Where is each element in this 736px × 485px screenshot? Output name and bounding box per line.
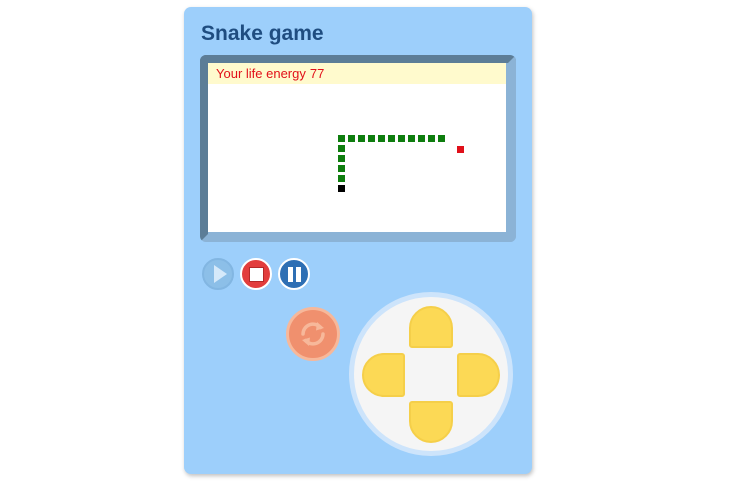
- energy-bar: Your life energy 77: [208, 63, 506, 84]
- snake-segment: [338, 135, 345, 142]
- reset-button[interactable]: [286, 307, 340, 361]
- energy-value: 77: [309, 66, 325, 81]
- direction-pad: [349, 292, 513, 456]
- snake-segment: [428, 135, 435, 142]
- stop-icon: [248, 266, 264, 282]
- snake-head: [338, 185, 345, 192]
- pause-icon: [287, 266, 301, 282]
- snake-segment: [418, 135, 425, 142]
- play-icon: [213, 265, 227, 283]
- pause-button[interactable]: [278, 258, 310, 290]
- game-board: Your life energy 77: [208, 63, 506, 232]
- arrow-down-button[interactable]: [409, 401, 453, 443]
- snake-segment: [348, 135, 355, 142]
- snake-segment: [358, 135, 365, 142]
- snake-segment: [338, 155, 345, 162]
- arrow-left-button[interactable]: [362, 353, 405, 397]
- snake-segment: [388, 135, 395, 142]
- play-button[interactable]: [202, 258, 234, 290]
- arrow-right-button[interactable]: [457, 353, 500, 397]
- energy-label: Your life energy: [216, 66, 306, 81]
- snake-segment: [438, 135, 445, 142]
- food-item: [457, 146, 464, 153]
- refresh-icon: [301, 322, 325, 346]
- game-device: Snake game Your life energy 77: [184, 7, 532, 474]
- snake-segment: [398, 135, 405, 142]
- game-title: Snake game: [201, 22, 324, 45]
- snake-segment: [368, 135, 375, 142]
- arrow-up-button[interactable]: [409, 306, 453, 348]
- snake-segment: [338, 175, 345, 182]
- snake-segment: [378, 135, 385, 142]
- snake-segment: [338, 145, 345, 152]
- snake-segment: [338, 165, 345, 172]
- snake-segment: [408, 135, 415, 142]
- screen-frame: Your life energy 77: [200, 55, 516, 242]
- stop-button[interactable]: [240, 258, 272, 290]
